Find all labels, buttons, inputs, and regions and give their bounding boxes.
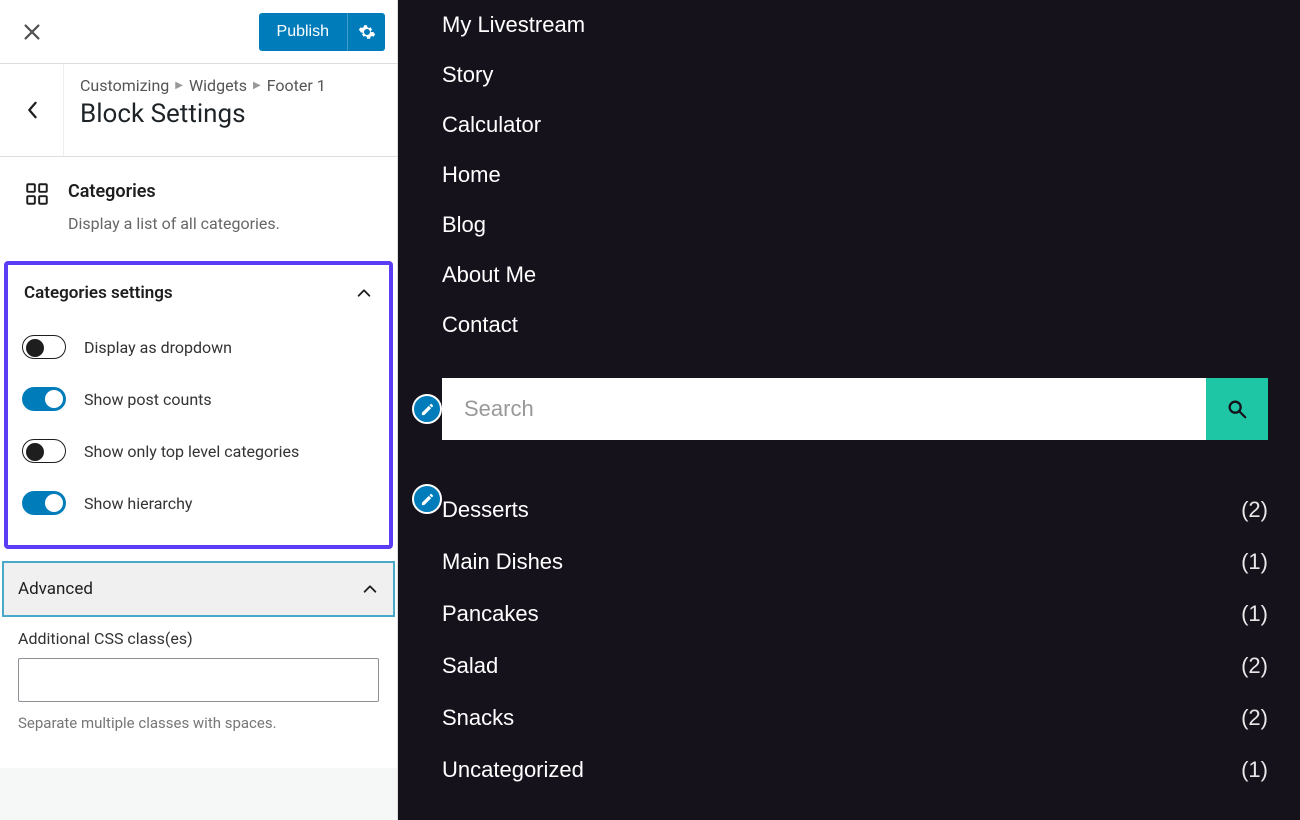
customizer-sidebar: Publish Customizing ▶ Widgets ▶ Footer 1… [0, 0, 398, 820]
category-name: Pancakes [442, 601, 539, 627]
nav-link[interactable]: Story [442, 50, 1268, 100]
nav-link[interactable]: About Me [442, 250, 1268, 300]
page-title: Block Settings [80, 99, 326, 129]
chevron-left-icon [26, 101, 38, 119]
toggle-row-counts: Show post counts [20, 373, 377, 425]
search-input[interactable] [442, 378, 1206, 440]
publish-settings-button[interactable] [347, 13, 385, 51]
panel-title: Advanced [18, 579, 93, 599]
toggle-label: Show post counts [84, 390, 212, 409]
chevron-right-icon: ▶ [175, 80, 183, 91]
additional-css-label: Additional CSS class(es) [18, 629, 379, 648]
pencil-icon [420, 492, 435, 507]
toggle-row-dropdown: Display as dropdown [20, 321, 377, 373]
panel-title: Categories settings [24, 283, 173, 303]
publish-button-group: Publish [259, 13, 385, 51]
toggle-show-hierarchy[interactable] [22, 491, 66, 515]
category-item[interactable]: Main Dishes (1) [442, 536, 1268, 588]
pencil-icon [420, 402, 435, 417]
toggle-label: Show hierarchy [84, 494, 192, 513]
search-icon [1226, 398, 1248, 420]
category-item[interactable]: Uncategorized (1) [442, 744, 1268, 796]
nav-link[interactable]: Home [442, 150, 1268, 200]
sidebar-bottom-spacer [0, 768, 397, 820]
edit-widget-button[interactable] [412, 484, 442, 514]
breadcrumb: Customizing ▶ Widgets ▶ Footer 1 [80, 76, 326, 95]
categories-settings-panel: Categories settings Display as dropdown … [4, 261, 393, 549]
categories-widget: Desserts (2) Main Dishes (1) Pancakes (1… [442, 484, 1268, 796]
chevron-right-icon: ▶ [253, 80, 261, 91]
category-name: Desserts [442, 497, 529, 523]
gear-icon [358, 23, 376, 41]
nav-link[interactable]: My Livestream [442, 0, 1268, 50]
breadcrumb-item[interactable]: Footer 1 [267, 76, 326, 95]
nav-link[interactable]: Contact [442, 300, 1268, 350]
toggle-show-post-counts[interactable] [22, 387, 66, 411]
nav-link[interactable]: Calculator [442, 100, 1268, 150]
breadcrumb-item[interactable]: Customizing [80, 76, 169, 95]
close-button[interactable] [12, 12, 52, 52]
advanced-panel: Advanced [2, 561, 395, 617]
toggle-label: Display as dropdown [84, 338, 232, 357]
search-widget [442, 378, 1268, 440]
publish-button[interactable]: Publish [259, 13, 347, 51]
search-button[interactable] [1206, 378, 1268, 440]
back-button[interactable] [0, 64, 64, 156]
nav-link[interactable]: Blog [442, 200, 1268, 250]
category-name: Snacks [442, 705, 514, 731]
category-count: (2) [1241, 705, 1268, 731]
sidebar-header: Customizing ▶ Widgets ▶ Footer 1 Block S… [0, 64, 397, 157]
edit-widget-button[interactable] [412, 394, 442, 424]
chevron-up-icon [361, 580, 379, 598]
category-item[interactable]: Salad (2) [442, 640, 1268, 692]
breadcrumb-item[interactable]: Widgets [189, 76, 247, 95]
category-name: Main Dishes [442, 549, 563, 575]
toggle-display-as-dropdown[interactable] [22, 335, 66, 359]
block-description: Categories Display a list of all categor… [0, 157, 397, 261]
toggle-row-hierarchy: Show hierarchy [20, 477, 377, 529]
footer-nav-menu: My Livestream Story Calculator Home Blog… [442, 0, 1268, 350]
categories-block-icon [24, 181, 50, 207]
toggle-row-toplevel: Show only top level categories [20, 425, 377, 477]
category-count: (1) [1241, 601, 1268, 627]
category-count: (1) [1241, 549, 1268, 575]
category-count: (1) [1241, 757, 1268, 783]
chevron-up-icon [355, 284, 373, 302]
toggle-top-level-only[interactable] [22, 439, 66, 463]
category-name: Uncategorized [442, 757, 584, 783]
block-desc-text: Display a list of all categories. [68, 214, 280, 233]
toggle-label: Show only top level categories [84, 442, 299, 461]
panel-toggle-advanced[interactable]: Advanced [4, 563, 393, 615]
site-preview: My Livestream Story Calculator Home Blog… [398, 0, 1300, 820]
category-count: (2) [1241, 653, 1268, 679]
close-icon [21, 21, 43, 43]
sidebar-topbar: Publish [0, 0, 397, 64]
category-item[interactable]: Desserts (2) [442, 484, 1268, 536]
category-count: (2) [1241, 497, 1268, 523]
category-item[interactable]: Snacks (2) [442, 692, 1268, 744]
additional-css-help: Separate multiple classes with spaces. [18, 714, 379, 732]
block-name: Categories [68, 181, 280, 202]
panel-toggle-categories-settings[interactable]: Categories settings [20, 273, 377, 321]
category-item[interactable]: Pancakes (1) [442, 588, 1268, 640]
advanced-panel-body: Additional CSS class(es) Separate multip… [0, 617, 397, 750]
additional-css-input[interactable] [18, 658, 379, 702]
category-name: Salad [442, 653, 498, 679]
